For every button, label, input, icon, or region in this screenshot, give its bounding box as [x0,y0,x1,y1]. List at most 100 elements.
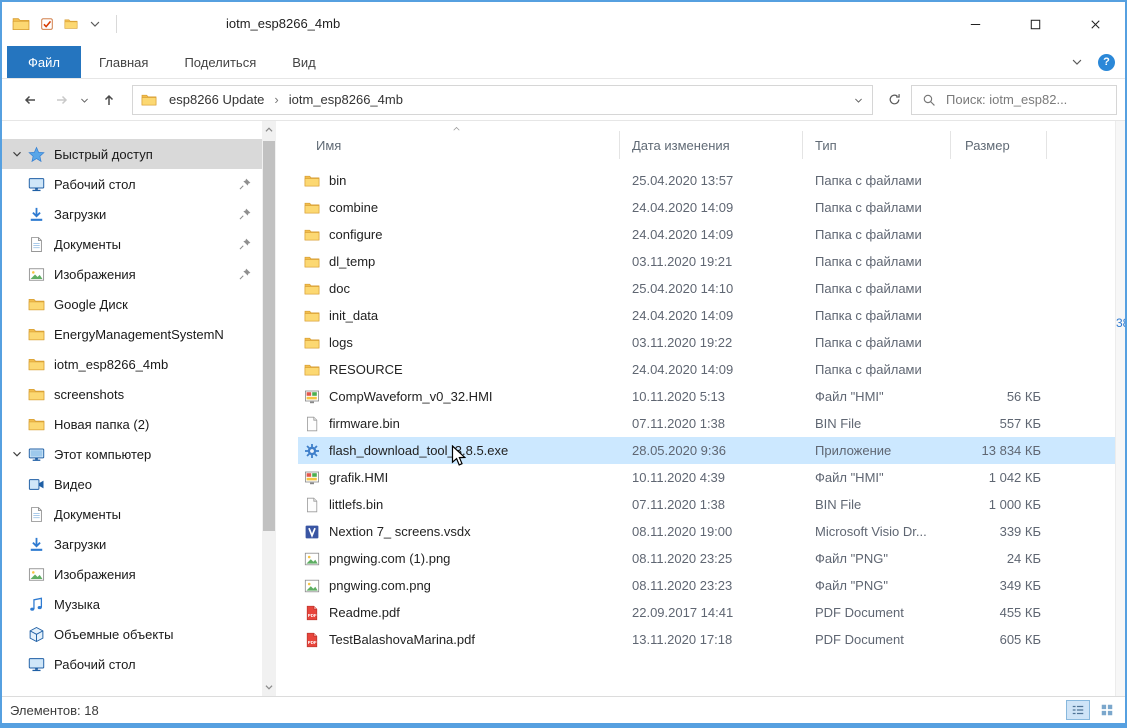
file-row[interactable]: Nextion 7_ screens.vsdx08.11.2020 19:00M… [298,518,1115,545]
pictures-icon [28,566,45,583]
search-input[interactable] [944,91,1110,108]
scroll-up-icon[interactable] [262,123,276,137]
file-row[interactable]: PDFReadme.pdf22.09.2017 14:41PDF Documen… [298,599,1115,626]
expander-icon [10,597,24,611]
sidebar-item-label: iotm_esp8266_4mb [54,357,262,372]
sidebar-item-label: Документы [54,237,262,252]
thumbnails-view-button[interactable] [1095,700,1119,720]
file-name: Nextion 7_ screens.vsdx [329,524,471,539]
help-button[interactable]: ? [1098,54,1115,71]
breadcrumb-item[interactable]: esp8266 Update [165,92,268,107]
sidebar-item-label: Google Диск [54,297,262,312]
scroll-down-icon[interactable] [262,680,276,694]
refresh-button[interactable] [877,85,911,115]
sidebar-item[interactable]: Новая папка (2) [2,409,262,439]
breadcrumb-separator-icon[interactable]: › [268,92,284,107]
forward-button[interactable] [48,85,76,115]
sidebar-item[interactable]: Этот компьютер [2,439,262,469]
minimize-icon [968,17,983,32]
file-name: dl_temp [329,254,375,269]
column-header[interactable]: Дата изменения [620,131,803,159]
maximize-button[interactable] [1005,2,1065,46]
scrollbar-thumb[interactable] [263,141,275,531]
sidebar-item[interactable]: Google Диск [2,289,262,319]
file-row[interactable]: init_data24.04.2020 14:09Папка с файлами [298,302,1115,329]
file-row[interactable]: flash_download_tool_3.8.5.exe28.05.2020 … [298,437,1115,464]
expander-icon [10,537,24,551]
tab-home[interactable]: Главная [81,46,166,78]
file-row[interactable]: doc25.04.2020 14:10Папка с файлами [298,275,1115,302]
documents-icon [28,506,45,523]
breadcrumb-item[interactable]: iotm_esp8266_4mb [285,92,407,107]
expand-ribbon-icon[interactable] [1070,55,1084,69]
downloads-icon [28,206,45,223]
sidebar-item[interactable]: Изображения [2,559,262,589]
address-dropdown-button[interactable] [844,86,872,114]
file-date: 24.04.2020 14:09 [620,227,803,242]
file-row[interactable]: grafik.HMI10.11.2020 4:39Файл "HMI"1 042… [298,464,1115,491]
file-type: Приложение [803,443,951,458]
qat-dropdown-icon[interactable] [88,17,102,31]
folder-icon [304,308,320,324]
pdf-icon: PDF [304,632,320,648]
file-row[interactable]: pngwing.com.png08.11.2020 23:23Файл "PNG… [298,572,1115,599]
properties-check-icon[interactable] [40,17,54,31]
file-row[interactable]: bin25.04.2020 13:57Папка с файлами [298,167,1115,194]
file-row[interactable]: logs03.11.2020 19:22Папка с файлами [298,329,1115,356]
file-row[interactable]: combine24.04.2020 14:09Папка с файлами [298,194,1115,221]
expander-icon [10,477,24,491]
tab-file[interactable]: Файл [7,46,81,78]
sidebar-item[interactable]: screenshots [2,379,262,409]
sidebar-item[interactable]: iotm_esp8266_4mb [2,349,262,379]
sidebar-item[interactable]: Быстрый доступ [2,139,262,169]
computer-icon [28,446,45,463]
sidebar-item[interactable]: Рабочий стол [2,169,262,199]
right-scrollbar-strip[interactable]: 38. [1115,121,1125,696]
sidebar-item[interactable]: EnergyManagementSystemN [2,319,262,349]
file-row[interactable]: configure24.04.2020 14:09Папка с файлами [298,221,1115,248]
file-row[interactable]: PDFTestBalashovaMarina.pdf13.11.2020 17:… [298,626,1115,653]
sidebar-item[interactable]: Музыка [2,589,262,619]
details-view-button[interactable] [1066,700,1090,720]
sidebar-item-label: Музыка [54,597,262,612]
tab-share[interactable]: Поделиться [166,46,274,78]
sidebar-scrollbar[interactable] [262,121,276,696]
address-bar[interactable]: esp8266 Update›iotm_esp8266_4mb [132,85,873,115]
folder-icon [304,335,320,351]
expander-icon[interactable] [10,447,24,461]
sidebar-item[interactable]: Видео [2,469,262,499]
column-header[interactable]: Размер [951,131,1047,159]
search-box[interactable] [911,85,1117,115]
file-date: 10.11.2020 5:13 [620,389,803,404]
sidebar-item[interactable]: Изображения [2,259,262,289]
ribbon-tabs: ФайлГлавнаяПоделитьсяВид [7,46,334,78]
tab-view[interactable]: Вид [274,46,334,78]
up-button[interactable] [92,85,126,115]
sidebar-item[interactable]: Документы [2,229,262,259]
file-row[interactable]: pngwing.com (1).png08.11.2020 23:25Файл … [298,545,1115,572]
close-button[interactable] [1065,2,1125,46]
sidebar-item[interactable]: Загрузки [2,529,262,559]
column-header[interactable]: Тип [803,131,951,159]
sidebar-item[interactable]: Объемные объекты [2,619,262,649]
file-row[interactable]: firmware.bin07.11.2020 1:38BIN File557 К… [298,410,1115,437]
file-name: TestBalashovaMarina.pdf [329,632,475,647]
back-button[interactable] [12,85,48,115]
sidebar-item[interactable]: Документы [2,499,262,529]
file-row[interactable]: dl_temp03.11.2020 19:21Папка с файлами [298,248,1115,275]
file-row[interactable]: CompWaveform_v0_32.HMI10.11.2020 5:13Фай… [298,383,1115,410]
address-folder-icon [141,92,157,108]
expander-icon [10,417,24,431]
sidebar-item[interactable]: Загрузки [2,199,262,229]
expander-icon[interactable] [10,147,24,161]
recent-locations-button[interactable] [76,85,92,115]
new-folder-icon[interactable] [64,17,78,31]
file-row[interactable]: RESOURCE24.04.2020 14:09Папка с файлами [298,356,1115,383]
file-row[interactable]: littlefs.bin07.11.2020 1:38BIN File1 000… [298,491,1115,518]
minimize-button[interactable] [945,2,1005,46]
folder-icon [304,227,320,243]
file-date: 22.09.2017 14:41 [620,605,803,620]
file-name: configure [329,227,382,242]
sidebar-item[interactable]: Рабочий стол [2,649,262,679]
column-header[interactable]: Имя [298,131,620,159]
